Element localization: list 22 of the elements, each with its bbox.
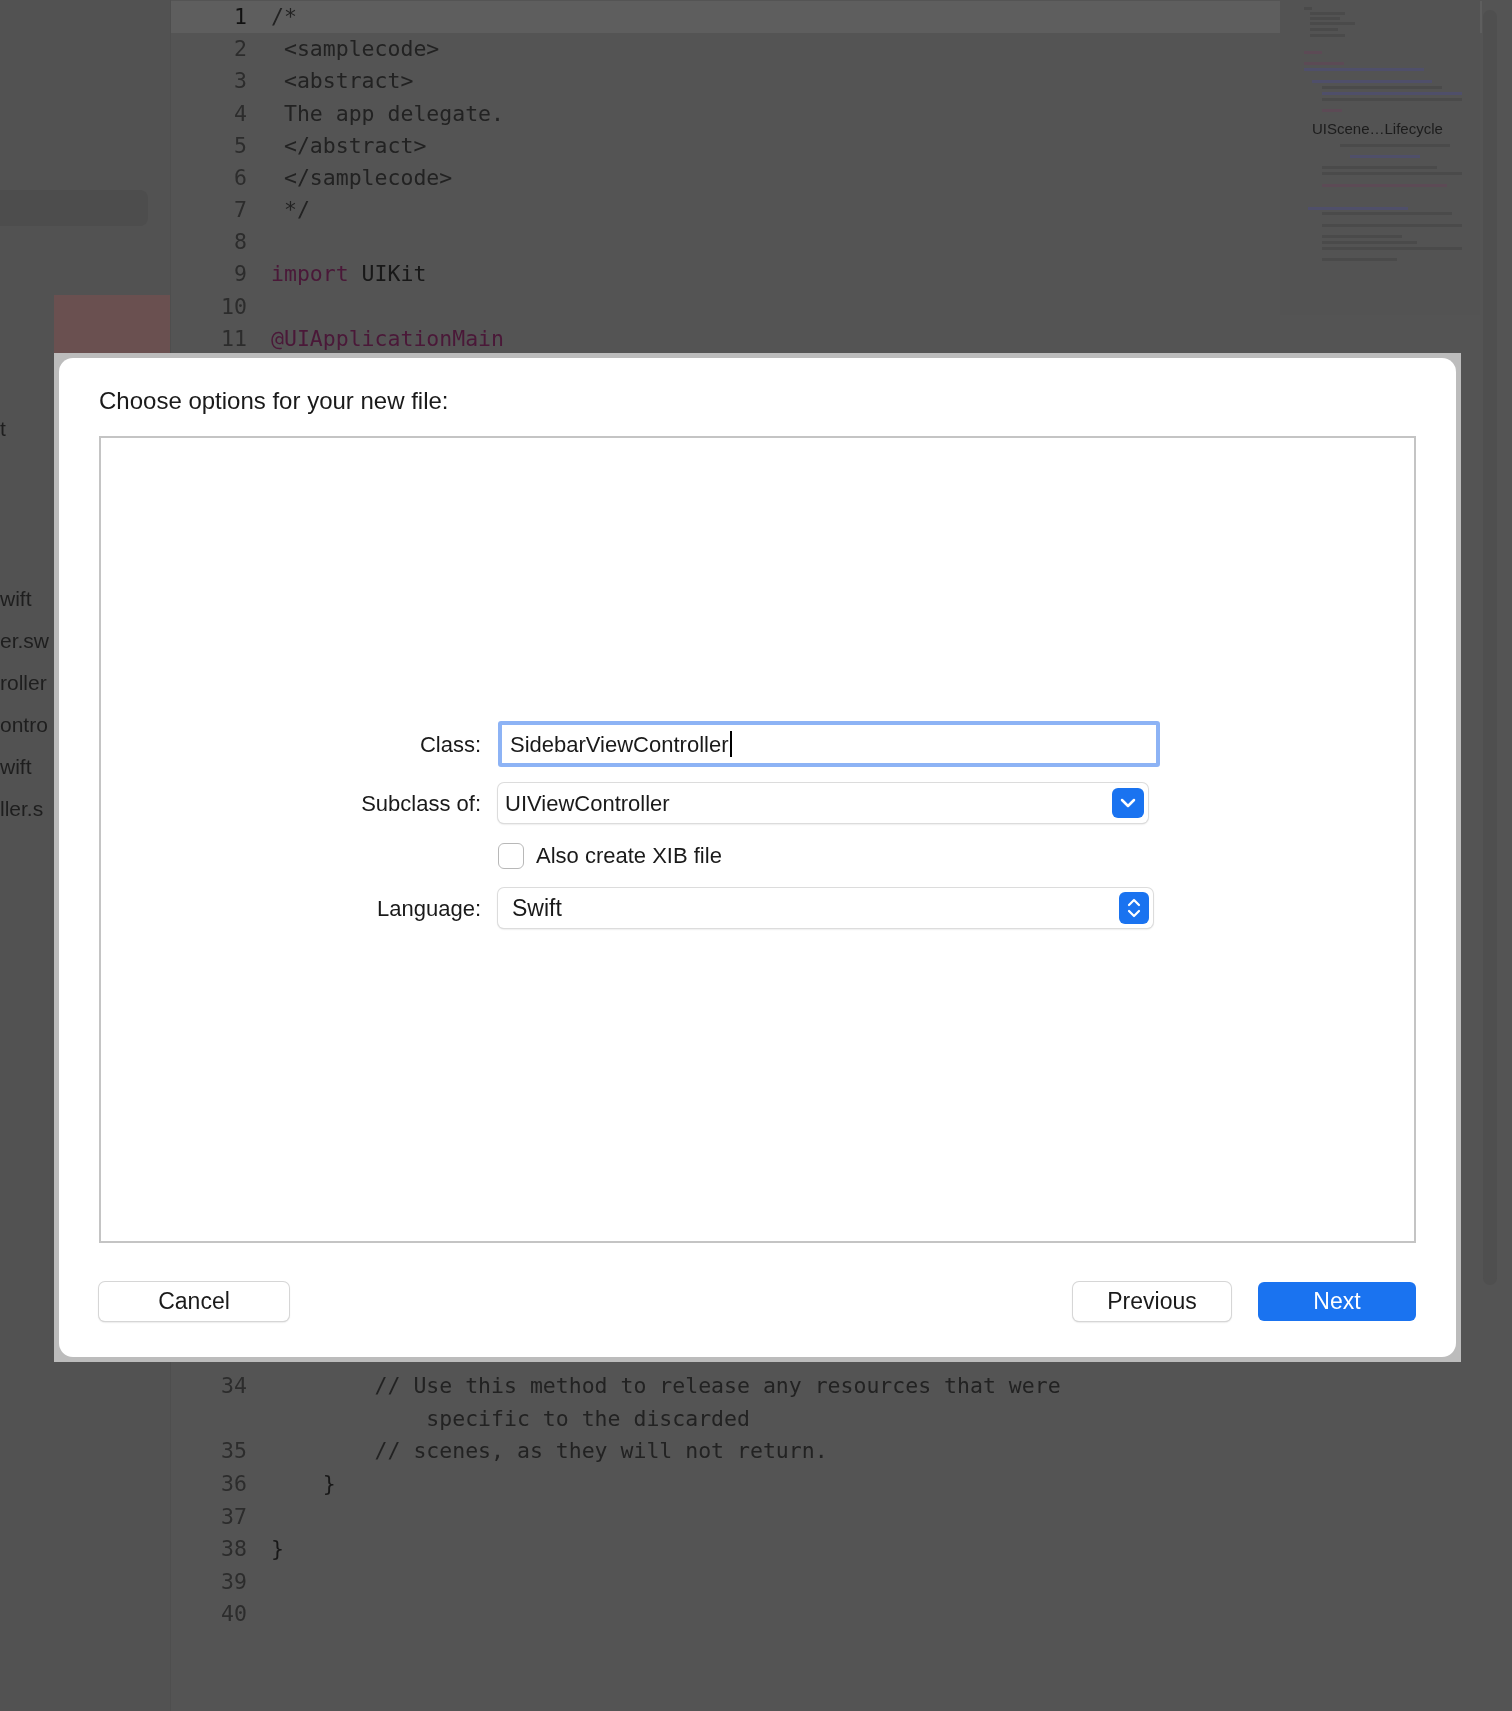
class-field[interactable]: SidebarViewController (498, 721, 1160, 767)
primary-button[interactable]: Next (1258, 1282, 1416, 1321)
minimap-section-label: UIScene…Lifecycle (1312, 119, 1443, 139)
code-line: } (321, 1469, 336, 1498)
dialog-title: Choose options for your new file: (99, 386, 450, 416)
field-label: Class: (419, 730, 481, 759)
code-line: @UIApplicationMain (271, 324, 504, 353)
language-popup[interactable]: Swift (498, 888, 1153, 928)
subclass-popup[interactable]: UIViewController (498, 783, 1148, 823)
checkbox[interactable] (498, 842, 524, 869)
code-line: /* (271, 2, 297, 31)
code-line: } (271, 1535, 284, 1564)
code-line: import UIKit (271, 260, 427, 289)
field-label: Subclass of: (361, 789, 481, 818)
checkbox-label: Also create XIB file (536, 842, 722, 870)
dialog-button[interactable]: Cancel (99, 1282, 289, 1321)
line-number: 1 (234, 3, 247, 29)
up-down-chevron-icon (1119, 892, 1149, 924)
field-label: Language: (377, 894, 481, 923)
chevron-down-icon (1112, 788, 1144, 818)
code-line: */ (282, 196, 310, 225)
dialog-button[interactable]: Previous (1073, 1282, 1231, 1321)
